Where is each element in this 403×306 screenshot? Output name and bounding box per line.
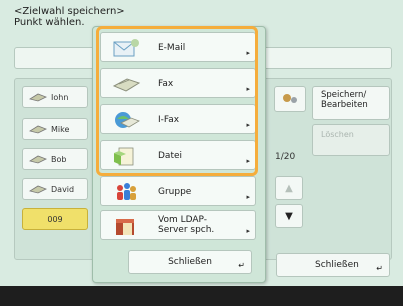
group-icon	[117, 183, 136, 200]
list-item[interactable]: Iohn	[22, 86, 88, 108]
status-bar	[0, 286, 403, 306]
menu-item-label: Gruppe	[158, 187, 192, 197]
menu-item-label: Vom LDAP- Server spch.	[158, 215, 214, 235]
save-edit-button[interactable]: Speichern/ Bearbeiten	[312, 86, 390, 120]
list-item[interactable]: Mike	[22, 118, 88, 140]
delete-label: Löschen	[321, 130, 354, 139]
save-label-line1: Speichern/	[321, 90, 367, 100]
list-item[interactable]: Bob	[22, 148, 88, 170]
submenu-arrow-icon: ▸	[246, 227, 250, 235]
menu-item-group[interactable]: Gruppe ▸	[100, 176, 256, 206]
enter-arrow-icon: ↵	[238, 261, 245, 270]
popup-close-button[interactable]: Schließen ↵	[128, 250, 252, 274]
scroll-up-button[interactable]: ▲	[275, 176, 303, 200]
menu-item-label-line1: Vom LDAP-	[158, 215, 208, 225]
person-icon	[29, 93, 47, 102]
enter-arrow-icon: ↵	[376, 264, 383, 273]
menu-item-label-line2: Server spch.	[158, 225, 215, 235]
details-button[interactable]	[274, 86, 306, 112]
close-button[interactable]: Schließen ↵	[276, 253, 390, 277]
list-item-label: 009	[47, 214, 63, 224]
person-icon	[29, 125, 47, 134]
submenu-arrow-icon: ▸	[246, 193, 250, 201]
menu-item-ldap[interactable]: Vom LDAP- Server spch. ▸	[100, 210, 256, 240]
arrow-up-icon: ▲	[285, 182, 293, 194]
ldap-server-icon	[116, 219, 134, 235]
list-item-label: Iohn	[51, 92, 69, 102]
list-item-label: Bob	[51, 154, 67, 164]
page-counter: 1/20	[275, 152, 296, 162]
page-title: <Zielwahl speichern>	[14, 6, 125, 17]
list-item-label: David	[51, 184, 75, 194]
delete-button[interactable]: Löschen	[312, 124, 390, 156]
page-header: <Zielwahl speichern> Punkt wählen.	[14, 6, 125, 28]
list-item-label: Mike	[51, 124, 70, 134]
save-label-line2: Bearbeiten	[321, 100, 368, 110]
person-icon	[29, 155, 47, 164]
scroll-down-button[interactable]: ▼	[275, 204, 303, 228]
settings-icon	[283, 94, 297, 103]
list-item[interactable]: David	[22, 178, 88, 200]
list-item-selected[interactable]: 009	[22, 208, 88, 230]
arrow-down-icon: ▼	[285, 210, 293, 222]
close-label: Schließen	[315, 260, 359, 270]
person-icon	[29, 185, 47, 194]
popup-close-label: Schließen	[168, 257, 212, 267]
highlight-frame	[96, 26, 258, 176]
